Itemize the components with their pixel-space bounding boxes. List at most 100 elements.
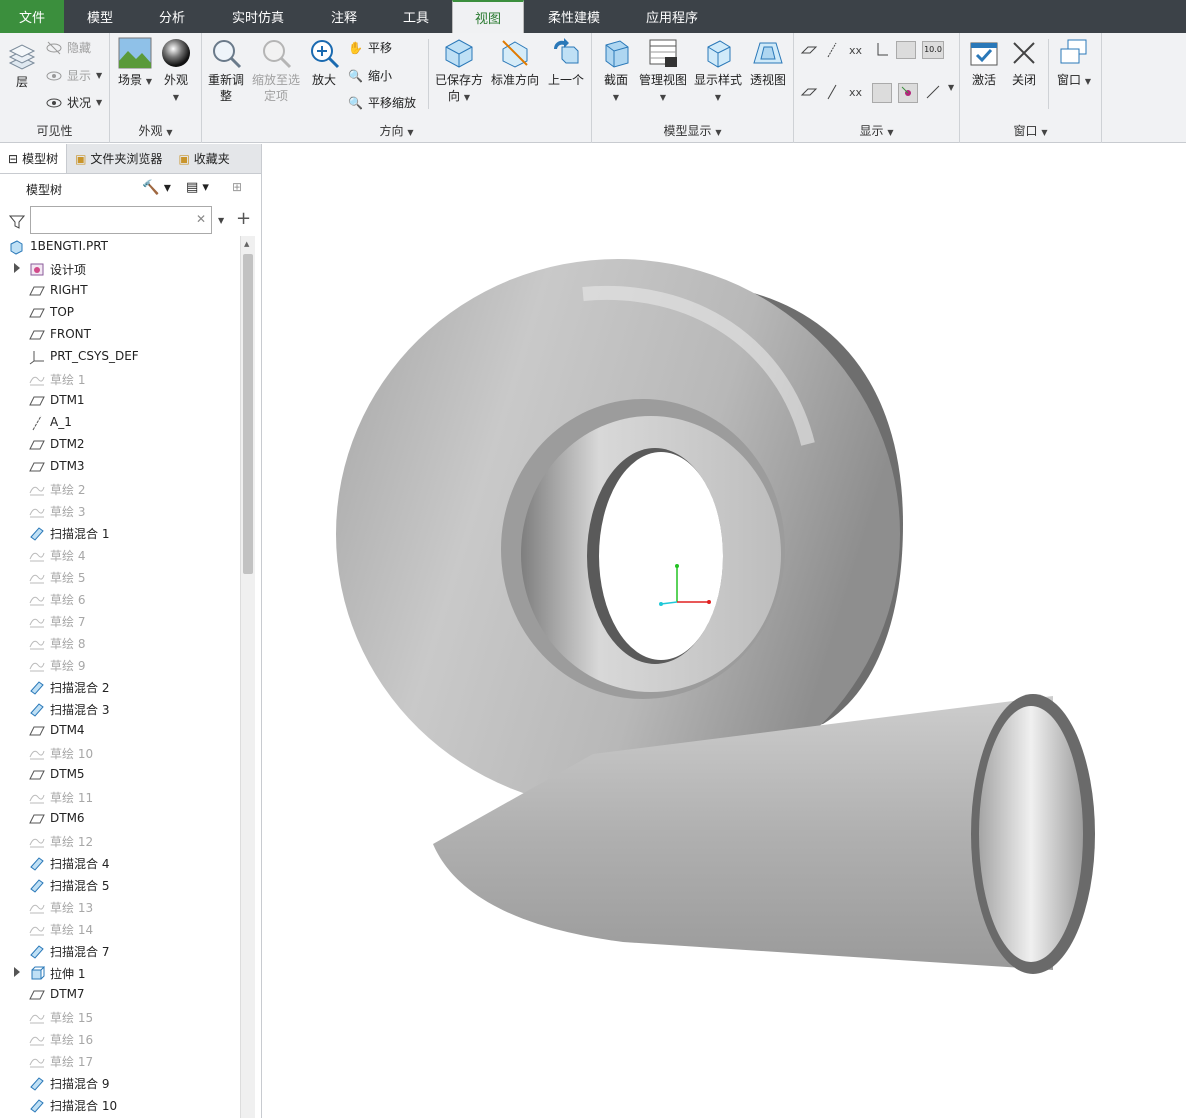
refit-button[interactable]: 重新调整 [206, 37, 246, 104]
display-style-button[interactable]: 显示样式 ▼ [692, 37, 744, 106]
activate-button[interactable]: 激活 [966, 37, 1002, 88]
tree-item[interactable]: 草绘 16 [0, 1028, 240, 1050]
tree-item[interactable]: 草绘 15 [0, 1006, 240, 1028]
tab-tools[interactable]: 工具 [380, 0, 452, 33]
tree-item[interactable]: DTM6 [0, 808, 240, 830]
value-display-icon[interactable]: 10.0 [922, 41, 944, 59]
window-button[interactable]: 窗口 ▼ [1054, 37, 1094, 90]
point-tag-icon[interactable]: xx [848, 83, 866, 101]
standard-orientation-button[interactable]: 标准方向 [488, 37, 542, 88]
tab-realtime-sim[interactable]: 实时仿真 [208, 0, 308, 33]
group-label-show[interactable]: 显示 ▼ [794, 122, 959, 139]
tab-model[interactable]: 模型 [64, 0, 136, 33]
tree-item[interactable]: FRONT [0, 324, 240, 346]
status-button[interactable]: 状况 ▼ [46, 94, 102, 111]
tree-item[interactable]: 草绘 3 [0, 500, 240, 522]
tree-item[interactable]: 1BENGTI.PRT [0, 236, 240, 258]
tree-item[interactable]: 拉伸 1 [0, 962, 240, 984]
zoom-in-button[interactable]: 放大 [306, 37, 342, 88]
graphics-window[interactable] [263, 144, 1186, 1118]
show-button[interactable]: 显示 ▼ [46, 67, 102, 84]
tab-applications[interactable]: 应用程序 [624, 0, 720, 33]
scene-button[interactable]: 场景 ▼ [116, 37, 154, 90]
tree-item[interactable]: 草绘 1 [0, 368, 240, 390]
tree-item[interactable]: DTM5 [0, 764, 240, 786]
tab-model-tree[interactable]: ⊟ 模型树 [0, 144, 68, 173]
tree-item[interactable]: 草绘 9 [0, 654, 240, 676]
show-columns-icon[interactable]: ▤ ▾ [186, 180, 209, 195]
spin-center-icon[interactable] [898, 83, 918, 103]
tree-item[interactable]: 草绘 13 [0, 896, 240, 918]
tab-favorites[interactable]: ▣ 收藏夹 [170, 144, 237, 173]
tab-view[interactable]: 视图 [452, 0, 524, 33]
expand-arrow-icon[interactable] [14, 967, 20, 977]
pan-zoom-button[interactable]: 🔍 平移缩放 [348, 94, 416, 111]
tree-item[interactable]: DTM4 [0, 720, 240, 742]
plane-tag-icon[interactable] [800, 83, 818, 101]
tree-item[interactable]: 扫描混合 7 [0, 940, 240, 962]
saved-orientations-button[interactable]: 已保存方向 ▼ [434, 37, 484, 106]
group-label-orientation[interactable]: 方向 ▼ [202, 122, 591, 139]
tab-file[interactable]: 文件 [0, 0, 64, 33]
tree-item[interactable]: TOP [0, 302, 240, 324]
filter-icon[interactable] [9, 214, 25, 230]
tree-item[interactable]: 草绘 12 [0, 830, 240, 852]
axis-tag-icon[interactable] [824, 83, 842, 101]
appearance-button[interactable]: 外观 ▼ [158, 37, 194, 106]
tab-flexible-modeling[interactable]: 柔性建模 [524, 0, 624, 33]
tree-item[interactable]: 草绘 6 [0, 588, 240, 610]
tab-annotate[interactable]: 注释 [308, 0, 380, 33]
plane-display-icon[interactable] [800, 41, 818, 59]
previous-orientation-button[interactable]: 上一个 [544, 37, 588, 88]
csys-display-icon[interactable] [872, 41, 890, 59]
group-label-appearance[interactable]: 外观 ▼ [110, 122, 201, 139]
tree-item[interactable]: 草绘 14 [0, 918, 240, 940]
axis-display-icon[interactable] [824, 41, 842, 59]
tree-item[interactable]: DTM7 [0, 984, 240, 1006]
close-window-button[interactable]: 关闭 [1006, 37, 1042, 88]
expand-arrow-icon[interactable] [14, 263, 20, 273]
scroll-up-icon[interactable]: ▲ [244, 240, 249, 248]
csys-tag-icon[interactable] [872, 83, 892, 103]
chevron-down-icon[interactable]: ▼ [218, 216, 224, 225]
annotation-display-icon[interactable] [896, 41, 916, 59]
tree-item[interactable]: DTM2 [0, 434, 240, 456]
group-label-model-display[interactable]: 模型显示 ▼ [592, 122, 793, 139]
tree-item[interactable]: 扫描混合 10 [0, 1094, 240, 1116]
tree-settings-icon[interactable]: 🔨 ▾ [142, 180, 171, 196]
tree-item[interactable]: 扫描混合 1 [0, 522, 240, 544]
zoom-to-selected-button[interactable]: 缩放至选定项 [250, 37, 302, 104]
perspective-button[interactable]: 透视图 [746, 37, 790, 88]
tree-item[interactable]: 草绘 5 [0, 566, 240, 588]
pan-button[interactable]: ✋ 平移 [348, 39, 392, 56]
point-display-icon[interactable]: xx [848, 41, 866, 59]
tree-item[interactable]: DTM1 [0, 390, 240, 412]
manage-views-button[interactable]: 管理视图 ▼ [638, 37, 688, 106]
filter-toggle-icon[interactable]: ⊞ [232, 180, 242, 194]
tree-item[interactable]: 扫描混合 2 [0, 676, 240, 698]
chevron-down-icon[interactable]: ▼ [948, 83, 954, 103]
scrollbar-thumb[interactable] [243, 254, 253, 574]
tree-item[interactable]: RIGHT [0, 280, 240, 302]
tree-item[interactable]: 草绘 2 [0, 478, 240, 500]
section-button[interactable]: 截面 ▼ [596, 37, 636, 106]
zoom-out-button[interactable]: 🔍 缩小 [348, 67, 392, 84]
tab-analysis[interactable]: 分析 [136, 0, 208, 33]
tree-item[interactable]: 扫描混合 5 [0, 874, 240, 896]
volute-model-3d-view[interactable] [263, 144, 1186, 1118]
layer-button[interactable]: 层 [4, 41, 40, 90]
tree-item[interactable]: 扫描混合 3 [0, 698, 240, 720]
tree-item[interactable]: 扫描混合 4 [0, 852, 240, 874]
tree-item[interactable]: 设计项 [0, 258, 240, 280]
tree-item[interactable]: 草绘 17 [0, 1050, 240, 1072]
tree-item[interactable]: A_1 [0, 412, 240, 434]
add-icon[interactable]: + [236, 208, 251, 229]
search-input[interactable] [30, 206, 212, 234]
tree-item[interactable]: 扫描混合 9 [0, 1072, 240, 1094]
tree-item[interactable]: 草绘 8 [0, 632, 240, 654]
tree-item[interactable]: PRT_CSYS_DEF [0, 346, 240, 368]
tree-item[interactable]: 草绘 7 [0, 610, 240, 632]
tree-item[interactable]: 草绘 11 [0, 786, 240, 808]
tree-item[interactable]: DTM3 [0, 456, 240, 478]
3d-notes-icon[interactable] [924, 83, 942, 101]
